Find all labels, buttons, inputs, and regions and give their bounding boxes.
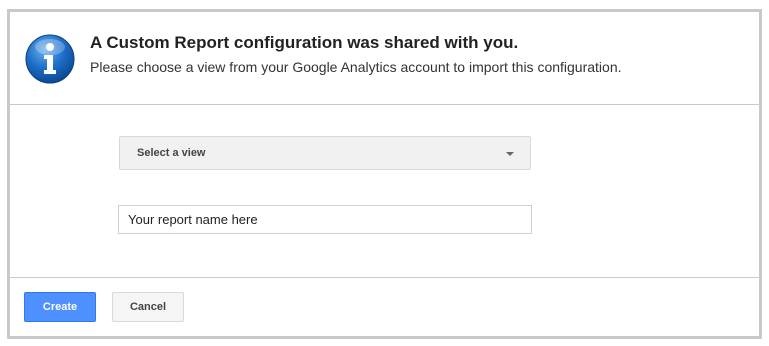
create-button[interactable]: Create [24, 292, 96, 322]
report-name-input[interactable] [118, 205, 532, 234]
chevron-down-icon [506, 152, 514, 156]
view-select-dropdown[interactable]: Select a view [119, 136, 531, 170]
view-select-label: Select a view [137, 147, 206, 159]
cancel-button[interactable]: Cancel [112, 292, 184, 322]
dialog-subtitle: Please choose a view from your Google An… [90, 59, 622, 75]
info-icon [25, 34, 75, 84]
dialog-title: A Custom Report configuration was shared… [90, 33, 519, 52]
dialog-header: A Custom Report configuration was shared… [10, 12, 759, 105]
dialog-footer: Create Cancel [10, 277, 759, 340]
import-config-dialog: A Custom Report configuration was shared… [7, 9, 762, 339]
